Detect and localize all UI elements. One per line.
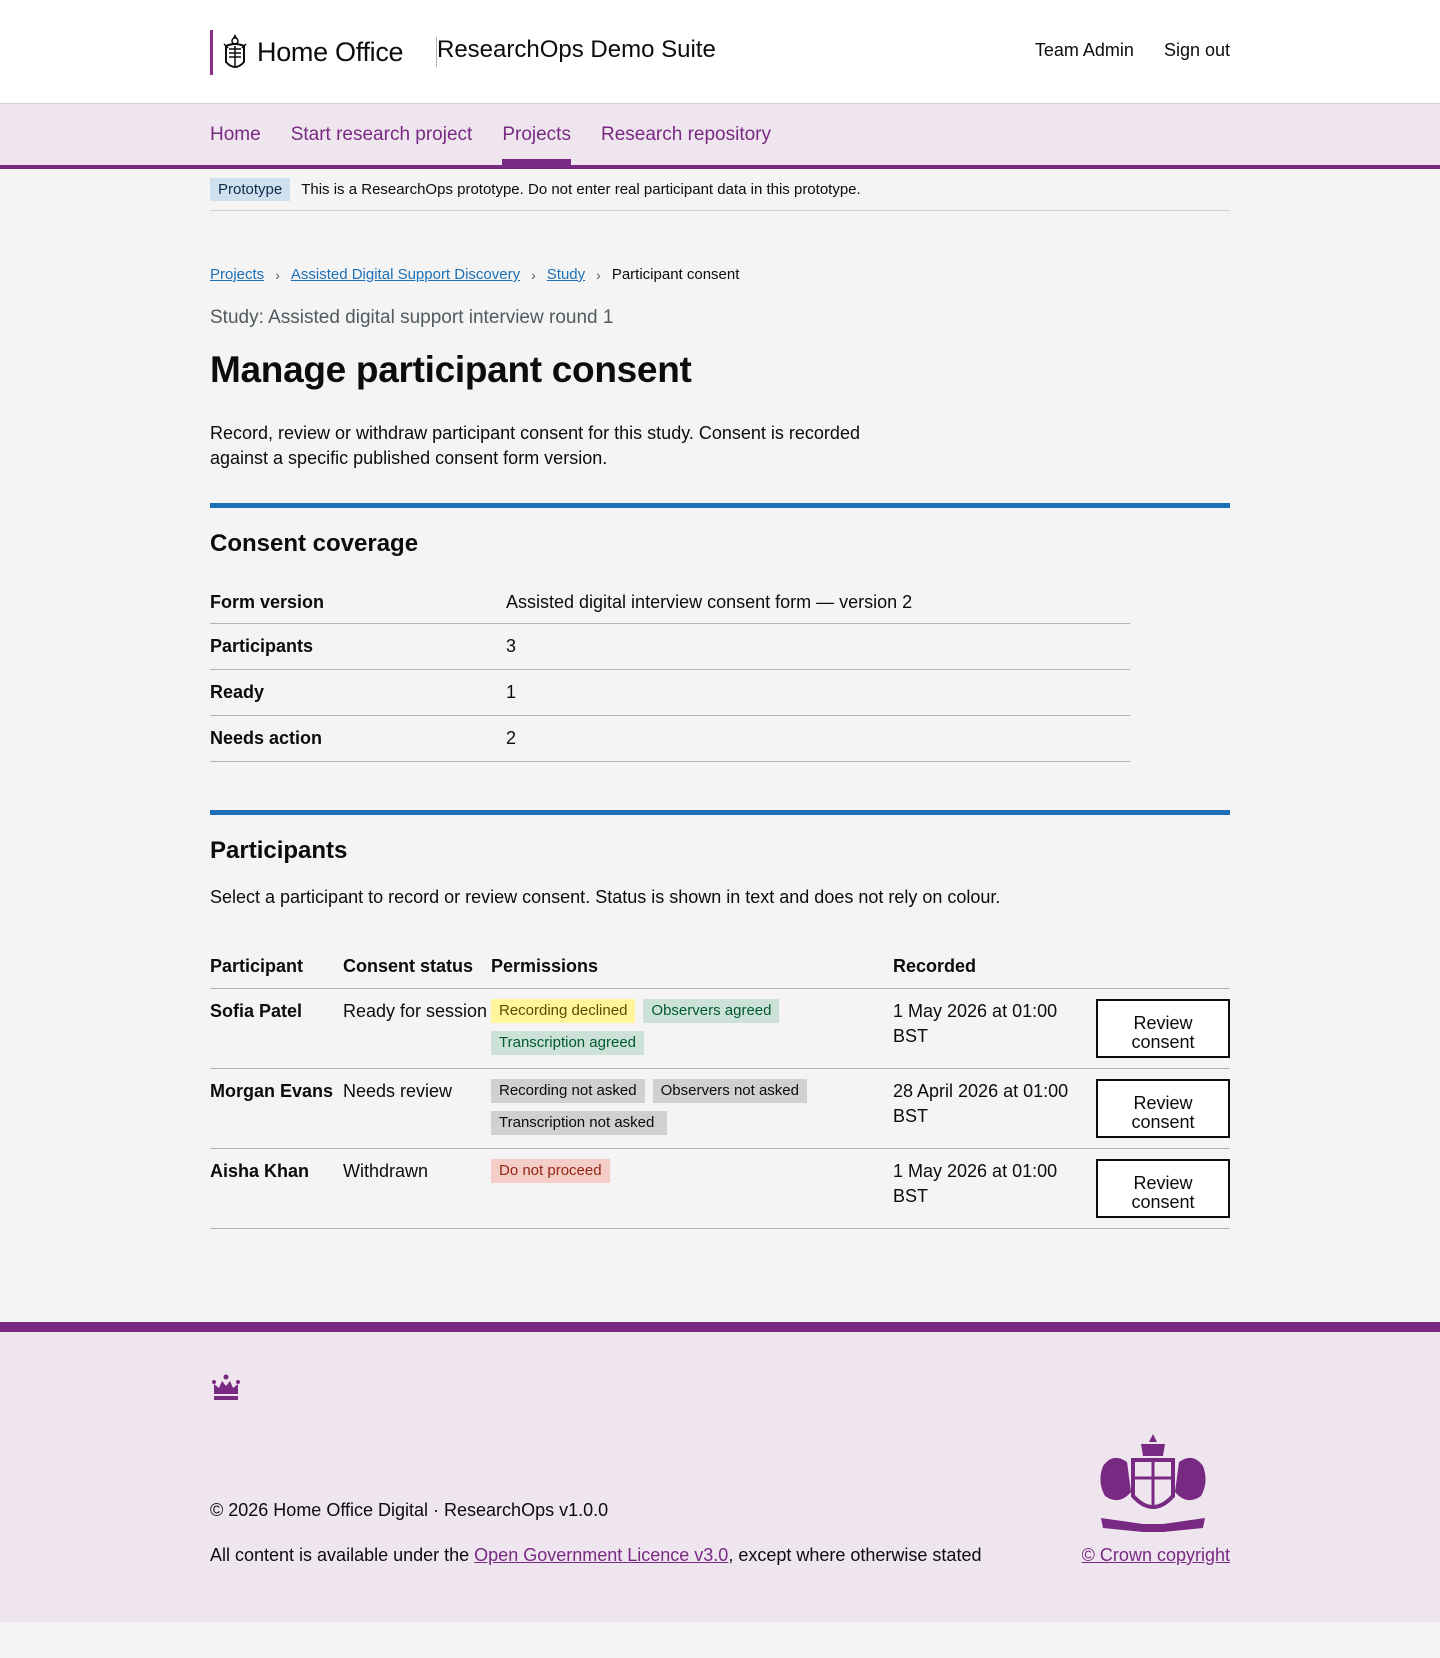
recorded-date: 28 April 2026 at 01:00 BST: [893, 1068, 1093, 1149]
primary-navigation: Home Start research project Projects Res…: [0, 104, 1440, 169]
home-office-logo[interactable]: Home Office: [210, 30, 404, 75]
chevron-right-icon: ›: [531, 266, 536, 283]
licence-suffix: , except where otherwise stated: [728, 1545, 982, 1565]
permissions-cell: Do not proceed: [491, 1148, 893, 1229]
logo-accent-bar: [210, 30, 213, 75]
review-consent-button[interactable]: Review consent: [1096, 1159, 1230, 1218]
table-row: Morgan Evans Needs review Recording not …: [210, 1068, 1230, 1149]
recorded-date: 1 May 2026 at 01:00 BST: [893, 1148, 1093, 1229]
page-title: Manage participant consent: [210, 349, 692, 390]
participants-heading: Participants: [210, 837, 348, 864]
breadcrumb-project[interactable]: Assisted Digital Support Discovery: [291, 266, 520, 283]
review-consent-button[interactable]: Review consent: [1096, 999, 1230, 1058]
column-header-recorded: Recorded: [893, 944, 1093, 989]
sign-out-link[interactable]: Sign out: [1164, 40, 1230, 61]
summary-value: 3: [506, 636, 517, 656]
phase-tag: Prototype: [210, 178, 291, 201]
summary-value: 2: [506, 728, 517, 748]
summary-key: Form version: [210, 592, 325, 612]
participants-hint: Select a participant to record or review…: [210, 887, 1001, 907]
column-header-consent-status: Consent status: [343, 944, 491, 989]
org-name: Home Office: [257, 37, 404, 67]
table-row: Aisha Khan Withdrawn Do not proceed 1 Ma…: [210, 1148, 1230, 1229]
nav-item-projects[interactable]: Projects: [502, 104, 571, 165]
phase-banner: Prototype This is a ResearchOps prototyp…: [210, 169, 1230, 211]
summary-row: Form version Assisted digital interview …: [210, 584, 1130, 624]
action-cell: Review consent: [1093, 988, 1230, 1069]
chevron-right-icon: ›: [275, 266, 280, 283]
site-header: Home Office ResearchOps Demo Suite Team …: [0, 0, 1440, 104]
summary-value: Assisted digital interview consent form …: [506, 592, 913, 612]
nav-item-research-repository[interactable]: Research repository: [601, 104, 771, 165]
action-cell: Review consent: [1093, 1068, 1230, 1149]
crown-icon: [212, 1374, 240, 1400]
consent-status: Ready for session: [343, 988, 491, 1069]
summary-row: Ready 1: [210, 670, 1130, 716]
permission-tag: Observers not asked: [652, 1079, 807, 1103]
summary-key: Needs action: [210, 728, 323, 748]
chevron-right-icon: ›: [596, 266, 601, 283]
participant-name: Sofia Patel: [210, 988, 343, 1069]
table-header-row: Participant Consent status Permissions R…: [210, 944, 1230, 989]
breadcrumb-study[interactable]: Study: [547, 266, 585, 283]
home-office-crest-icon: [223, 33, 247, 68]
permission-tag: Recording declined: [491, 999, 636, 1023]
summary-key: Participants: [210, 636, 314, 656]
permissions-cell: Recording declined Observers agreed Tran…: [491, 988, 893, 1069]
action-cell: Review consent: [1093, 1148, 1230, 1229]
column-header-permissions: Permissions: [491, 944, 893, 989]
recorded-date: 1 May 2026 at 01:00 BST: [893, 988, 1093, 1069]
permission-tag: Transcription agreed: [491, 1031, 645, 1055]
participant-name: Morgan Evans: [210, 1068, 343, 1149]
participant-name: Aisha Khan: [210, 1148, 343, 1229]
section-divider: [210, 503, 1230, 508]
consent-coverage-summary: Form version Assisted digital interview …: [210, 584, 1130, 762]
nav-item-home[interactable]: Home: [210, 104, 261, 165]
review-consent-button[interactable]: Review consent: [1096, 1079, 1230, 1138]
consent-status: Needs review: [343, 1068, 491, 1149]
open-government-licence-link[interactable]: Open Government Licence v3.0: [474, 1545, 728, 1565]
consent-coverage-heading: Consent coverage: [210, 530, 419, 557]
page-description: Record, review or withdraw participant c…: [210, 423, 860, 468]
permission-tag: Recording not asked: [491, 1079, 645, 1103]
breadcrumb: Projects › Assisted Digital Support Disc…: [210, 266, 1230, 283]
crown-copyright-link[interactable]: © Crown copyright: [1082, 1545, 1230, 1566]
column-header-participant: Participant: [210, 944, 343, 989]
summary-value: 1: [506, 682, 517, 702]
permission-tag: Transcription not asked: [491, 1111, 667, 1135]
summary-row: Participants 3: [210, 624, 1130, 670]
consent-status: Withdrawn: [343, 1148, 491, 1229]
site-footer: © 2026 Home Office Digital · ResearchOps…: [0, 1322, 1440, 1622]
summary-key: Ready: [210, 682, 265, 702]
nav-item-start-research-project[interactable]: Start research project: [291, 104, 473, 165]
breadcrumb-projects[interactable]: Projects: [210, 266, 264, 283]
footer-copyright-text: © 2026 Home Office Digital · ResearchOps…: [210, 1500, 609, 1520]
team-admin-link[interactable]: Team Admin: [1035, 40, 1134, 61]
licence-prefix: All content is available under the: [210, 1545, 475, 1565]
summary-row: Needs action 2: [210, 716, 1130, 762]
header-account-links: Team Admin Sign out: [1035, 40, 1230, 61]
participants-table: Participant Consent status Permissions R…: [210, 944, 1230, 1229]
breadcrumb-current: Participant consent: [611, 266, 740, 283]
table-row: Sofia Patel Ready for session Recording …: [210, 988, 1230, 1069]
royal-coat-of-arms-icon: [1100, 1434, 1206, 1532]
column-header-actions: [1093, 944, 1230, 989]
permissions-cell: Recording not asked Observers not asked …: [491, 1068, 893, 1149]
permission-tag: Observers agreed: [643, 999, 780, 1023]
footer-licence: All content is available under the Open …: [210, 1545, 981, 1566]
service-name[interactable]: ResearchOps Demo Suite: [437, 36, 716, 64]
section-divider: [210, 810, 1230, 815]
main-content: Prototype This is a ResearchOps prototyp…: [210, 169, 1230, 1229]
page-caption: Study: Assisted digital support intervie…: [210, 307, 614, 328]
phase-banner-text: This is a ResearchOps prototype. Do not …: [301, 181, 861, 198]
permission-tag: Do not proceed: [491, 1159, 610, 1183]
